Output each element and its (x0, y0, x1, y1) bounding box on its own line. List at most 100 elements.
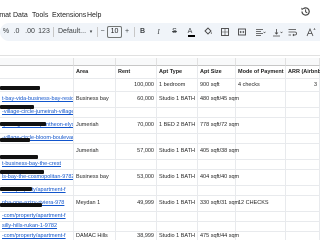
area-cell[interactable]: Business bay (74, 170, 116, 186)
header-cell-mode-of-payment[interactable]: Mode of Payment (236, 66, 286, 79)
rent-cell[interactable]: 70,000 (116, 118, 157, 134)
link-cell[interactable]: -village-circle-jumeirah-village (0, 108, 74, 118)
apt-type-cell[interactable] (157, 108, 198, 118)
arr-cell[interactable] (286, 144, 320, 160)
apt-size-cell[interactable] (198, 134, 236, 144)
area-cell[interactable] (74, 160, 116, 170)
apt-size-cell[interactable] (198, 222, 236, 232)
apt-size-cell[interactable] (198, 186, 236, 196)
arr-cell[interactable] (286, 212, 320, 222)
rent-cell[interactable]: 60,000 (116, 92, 157, 108)
menu-format[interactable]: rmat (0, 11, 11, 20)
apt-size-cell[interactable]: 330 sqft/31 sqm (198, 196, 239, 212)
apt-size-cell[interactable]: 900 sqft (198, 79, 236, 92)
payment-cell[interactable]: 4 checks (236, 79, 286, 92)
strikethrough-button[interactable]: S (170, 26, 179, 38)
link-cell[interactable]: t-business-bay-the-crest (0, 160, 74, 170)
apt-type-cell[interactable] (157, 134, 198, 144)
rent-cell[interactable] (116, 160, 157, 170)
align-left-icon[interactable] (254, 26, 266, 38)
area-cell[interactable] (74, 222, 116, 232)
apt-size-cell[interactable] (198, 212, 236, 222)
payment-cell[interactable] (236, 108, 286, 118)
apt-size-cell[interactable]: 404 sqft/40 sqm (198, 170, 239, 186)
area-cell[interactable]: Business bay (74, 92, 116, 108)
header-cell-arr-airbnb[interactable]: ARR (Airbnb) (286, 66, 320, 79)
area-cell[interactable] (74, 186, 116, 196)
arr-cell[interactable] (286, 108, 320, 118)
apt-size-cell[interactable]: 405 sqft/38 sqm (198, 144, 239, 160)
apt-type-cell[interactable]: 1 bedroom (157, 79, 198, 92)
rent-cell[interactable]: 100,000 (116, 79, 157, 92)
payment-cell[interactable] (236, 232, 286, 240)
column-header[interactable] (0, 58, 74, 66)
arr-cell[interactable] (286, 196, 320, 212)
rent-cell[interactable]: 57,000 (116, 144, 157, 160)
rent-cell[interactable]: 38,999 (116, 232, 157, 240)
arr-cell[interactable] (286, 222, 320, 232)
area-cell[interactable] (74, 212, 116, 222)
rent-cell[interactable] (116, 212, 157, 222)
link-cell[interactable]: -com/property/apartment-f (0, 232, 74, 240)
apt-type-cell[interactable] (157, 222, 198, 232)
apt-type-cell[interactable]: Studio 1 BATH (157, 170, 198, 186)
rent-cell[interactable]: 53,000 (116, 170, 157, 186)
area-cell[interactable]: Jumeriah (74, 144, 116, 160)
text-rotation-icon[interactable] (304, 26, 316, 38)
number-format-button[interactable]: 123 (38, 26, 50, 38)
percent-button[interactable]: % (2, 26, 10, 38)
payment-cell[interactable] (236, 212, 286, 222)
column-header[interactable] (236, 58, 286, 66)
header-cell-apt-size[interactable]: Apt Size (198, 66, 236, 79)
menu-data[interactable]: Data (13, 11, 28, 20)
payment-cell[interactable] (236, 134, 286, 144)
area-cell[interactable] (74, 108, 116, 118)
apt-type-cell[interactable]: 1 BED 2 BATH (157, 118, 198, 134)
menu-tools[interactable]: Tools (32, 11, 48, 20)
link-cell[interactable]: silly-hills-rukan-1-9782 (0, 222, 74, 232)
header-cell-rent[interactable]: Rent (116, 66, 157, 79)
font-select[interactable]: Default... (58, 26, 88, 38)
link-cell[interactable]: iy-village-circle-pantheon-elysee (0, 118, 74, 134)
column-header[interactable] (157, 58, 198, 66)
area-cell[interactable] (74, 134, 116, 144)
arr-cell[interactable] (286, 160, 320, 170)
fill-color-icon[interactable] (203, 26, 213, 38)
increase-font-size-button[interactable]: + (123, 26, 131, 38)
payment-cell[interactable] (236, 118, 286, 134)
column-header[interactable] (116, 58, 157, 66)
payment-cell[interactable] (236, 160, 286, 170)
apt-type-cell[interactable]: Studio 1 BATH (157, 144, 198, 160)
italic-button[interactable]: I (154, 26, 163, 38)
rent-cell[interactable] (116, 108, 157, 118)
apt-size-cell[interactable]: 778 sqft/72 sqm (198, 118, 239, 134)
payment-cell[interactable]: 12 CHECKS (236, 196, 286, 212)
decrease-decimal-button[interactable]: .0 (11, 26, 22, 38)
font-size-input[interactable]: 10 (107, 26, 122, 38)
rent-cell[interactable] (116, 134, 157, 144)
area-cell[interactable] (74, 79, 116, 92)
rent-cell[interactable] (116, 222, 157, 232)
column-header[interactable] (286, 58, 320, 66)
arr-cell[interactable] (286, 186, 320, 196)
menu-help[interactable]: Help (87, 11, 101, 20)
apt-type-cell[interactable] (157, 212, 198, 222)
apt-type-cell[interactable]: Studio 1 BATH (157, 196, 198, 212)
apt-size-cell[interactable]: 480 sqft/45 sqm (198, 92, 239, 108)
arr-cell[interactable] (286, 92, 320, 108)
apt-type-cell[interactable] (157, 160, 198, 170)
arr-cell[interactable] (286, 170, 320, 186)
area-cell[interactable]: DAMAC Hills (74, 232, 116, 240)
bold-button[interactable]: B (138, 26, 147, 38)
vertical-align-icon[interactable] (271, 26, 283, 38)
rent-cell[interactable] (116, 186, 157, 196)
column-header[interactable] (74, 58, 116, 66)
borders-icon[interactable] (220, 26, 230, 38)
header-cell-blank[interactable] (0, 66, 74, 79)
apt-size-cell[interactable] (198, 108, 236, 118)
arr-cell[interactable] (286, 232, 320, 240)
text-color-button[interactable]: A (185, 26, 195, 38)
column-header[interactable] (198, 58, 236, 66)
payment-cell[interactable] (236, 144, 286, 160)
area-cell[interactable]: Meydan 1 (74, 196, 116, 212)
